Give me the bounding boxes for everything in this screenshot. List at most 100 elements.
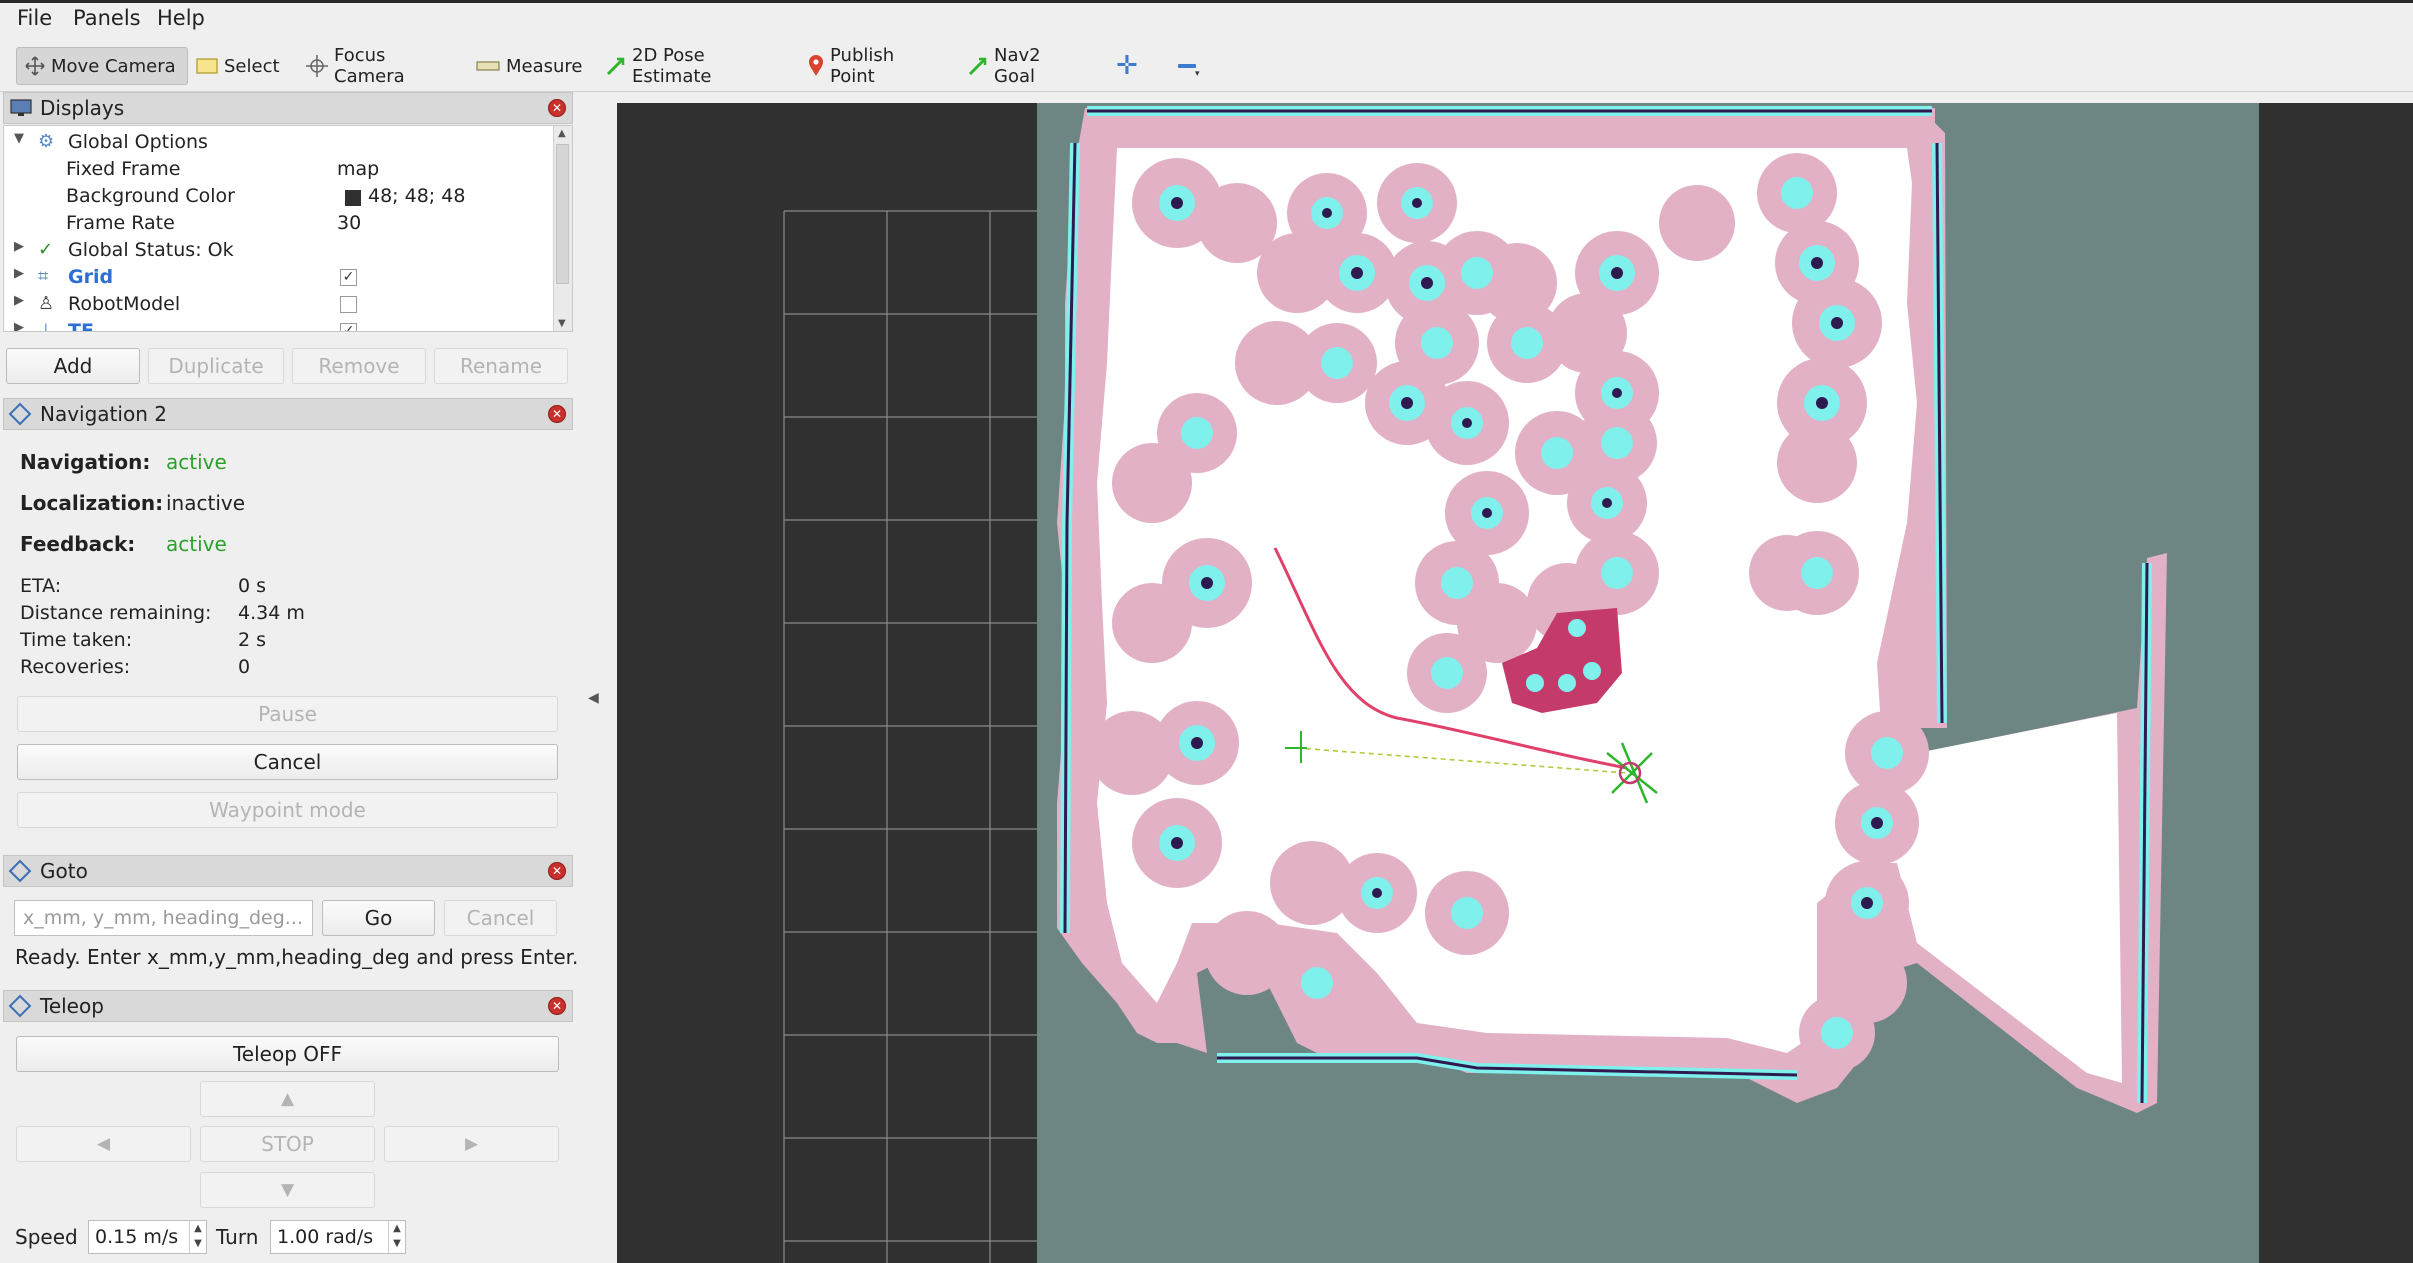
goto-input[interactable]: x_mm, y_mm, heading_deg... (14, 900, 313, 936)
menu-bar: File Panels Help (0, 0, 2413, 35)
focus-camera-label: Focus Camera (334, 45, 405, 87)
tree-value[interactable]: 48; 48; 48 (368, 185, 465, 207)
expand-arrow-icon[interactable]: ▶ (14, 239, 24, 254)
tree-label: TF (68, 320, 94, 332)
teleop-toggle-button[interactable]: Teleop OFF (16, 1036, 559, 1072)
add-display-button[interactable]: Add (6, 348, 140, 384)
gear-icon: ⚙ (38, 131, 55, 152)
turn-spinbox[interactable]: 1.00 rad/s ▲ ▼ (270, 1220, 406, 1254)
expand-arrow-icon[interactable]: ▼ (14, 131, 24, 146)
focus-camera-tool[interactable]: Focus Camera (298, 45, 452, 87)
close-icon[interactable]: ✕ (548, 862, 566, 880)
tree-label: Global Options (68, 131, 208, 153)
check-icon: ✓ (38, 239, 54, 260)
map-pin-icon (809, 55, 823, 76)
localization-label: Localization: (20, 491, 164, 515)
teleop-title: Teleop (40, 994, 104, 1018)
tree-row-robotmodel[interactable]: ▶ ♙ RobotModel (4, 291, 554, 318)
spin-arrows-icon[interactable]: ▲ ▼ (388, 1221, 405, 1253)
turn-label: Turn (216, 1225, 259, 1249)
go-button[interactable]: Go (322, 900, 435, 936)
time-label: Time taken: (20, 629, 133, 651)
expand-arrow-icon[interactable]: ▶ (14, 266, 24, 281)
grid-icon: ⌗ (38, 266, 49, 287)
nav2-goal-tool[interactable]: Nav2 Goal (960, 45, 1080, 87)
tree-value[interactable]: map (337, 158, 379, 180)
turn-value: 1.00 rad/s (277, 1226, 374, 1248)
nav-cancel-button[interactable]: Cancel (17, 744, 558, 780)
robot-icon: ♙ (38, 293, 55, 314)
teleop-header: Teleop ✕ (3, 990, 573, 1022)
grid-checkbox[interactable]: ✓ (340, 269, 357, 286)
tool-bar: Move Camera Select Focus Camera Measure … (0, 35, 2413, 92)
tree-row-grid[interactable]: ▶ ⌗ Grid ✓ (4, 264, 554, 291)
teleop-stop-button[interactable]: STOP (200, 1126, 375, 1162)
diamond-icon (8, 994, 32, 1018)
displays-tree: ▼ ⚙ Global Options Fixed Frame map Backg… (3, 125, 573, 332)
goto-cancel-button[interactable]: Cancel (444, 900, 557, 936)
tree-row-fixed-frame[interactable]: Fixed Frame map (4, 156, 554, 183)
expand-arrow-icon[interactable]: ▶ (14, 320, 24, 331)
menu-help[interactable]: Help (157, 6, 205, 30)
focus-camera-icon (306, 55, 328, 77)
move-camera-tool[interactable]: Move Camera (16, 47, 188, 85)
tree-value[interactable]: 30 (337, 212, 361, 234)
teleop-right-button[interactable]: ▶ (384, 1126, 559, 1162)
remove-tool-button[interactable]: ▾ (1170, 47, 1204, 85)
teleop-left-button[interactable]: ◀ (16, 1126, 191, 1162)
publish-point-tool[interactable]: Publish Point (800, 45, 940, 87)
remove-display-button[interactable]: Remove (292, 348, 426, 384)
goal-arrow-icon (968, 57, 987, 76)
spin-arrows-icon[interactable]: ▲ ▼ (189, 1221, 206, 1253)
rename-display-button[interactable]: Rename (434, 348, 568, 384)
tree-row-global-status[interactable]: ▶ ✓ Global Status: Ok (4, 237, 554, 264)
map-view[interactable] (617, 103, 2413, 1263)
duplicate-display-button[interactable]: Duplicate (148, 348, 284, 384)
tree-row-global-options[interactable]: ▼ ⚙ Global Options (4, 129, 554, 156)
pause-button[interactable]: Pause (17, 696, 558, 732)
measure-tool[interactable]: Measure (468, 47, 583, 85)
collapse-arrow-icon[interactable]: ◀ (588, 690, 599, 706)
move-camera-label: Move Camera (51, 55, 176, 77)
close-icon[interactable]: ✕ (548, 405, 566, 423)
speed-value: 0.15 m/s (95, 1226, 179, 1248)
teleop-down-button[interactable]: ▼ (200, 1172, 375, 1208)
ruler-icon (476, 61, 500, 71)
render-viewport[interactable] (617, 103, 2413, 1263)
robotmodel-checkbox[interactable] (340, 296, 357, 313)
tree-scrollbar[interactable]: ▲ ▼ (553, 126, 572, 331)
expand-arrow-icon[interactable]: ▶ (14, 293, 24, 308)
eta-label: ETA: (20, 575, 62, 597)
goto-title: Goto (40, 859, 88, 883)
scroll-thumb[interactable] (556, 144, 569, 284)
feedback-status: active (166, 532, 227, 556)
pose-estimate-tool[interactable]: 2D Pose Estimate (598, 45, 778, 87)
select-tool[interactable]: Select (188, 47, 288, 85)
tf-checkbox[interactable]: ✓ (340, 323, 357, 331)
tree-row-tf[interactable]: ▶ ⊥ TF ✓ (4, 318, 554, 332)
nav2-goal-label: Nav2 Goal (994, 45, 1041, 87)
axes-icon: ⊥ (38, 320, 54, 332)
diamond-icon (8, 859, 32, 883)
tree-label: Grid (68, 266, 114, 288)
waypoint-mode-button[interactable]: Waypoint mode (17, 792, 558, 828)
tree-row-background-color[interactable]: Background Color 48; 48; 48 (4, 183, 554, 210)
menu-panels[interactable]: Panels (73, 6, 141, 30)
tree-row-frame-rate[interactable]: Frame Rate 30 (4, 210, 554, 237)
scroll-up-icon[interactable]: ▲ (558, 128, 566, 139)
dropdown-arrow-icon: ▾ (1195, 69, 1200, 79)
measure-label: Measure (506, 55, 583, 77)
close-icon[interactable]: ✕ (548, 997, 566, 1015)
close-icon[interactable]: ✕ (548, 99, 566, 117)
add-tool-button[interactable]: ✛ (1108, 47, 1138, 85)
scroll-down-icon[interactable]: ▼ (558, 318, 566, 329)
speed-spinbox[interactable]: 0.15 m/s ▲ ▼ (88, 1220, 207, 1254)
displays-header: Displays ✕ (3, 92, 573, 124)
navigation-status: active (166, 450, 227, 474)
minus-icon (1178, 64, 1196, 68)
speed-label: Speed (15, 1225, 78, 1249)
localization-status: inactive (166, 491, 246, 515)
displays-title: Displays (40, 96, 125, 120)
teleop-up-button[interactable]: ▲ (200, 1081, 375, 1117)
menu-file[interactable]: File (17, 6, 52, 30)
